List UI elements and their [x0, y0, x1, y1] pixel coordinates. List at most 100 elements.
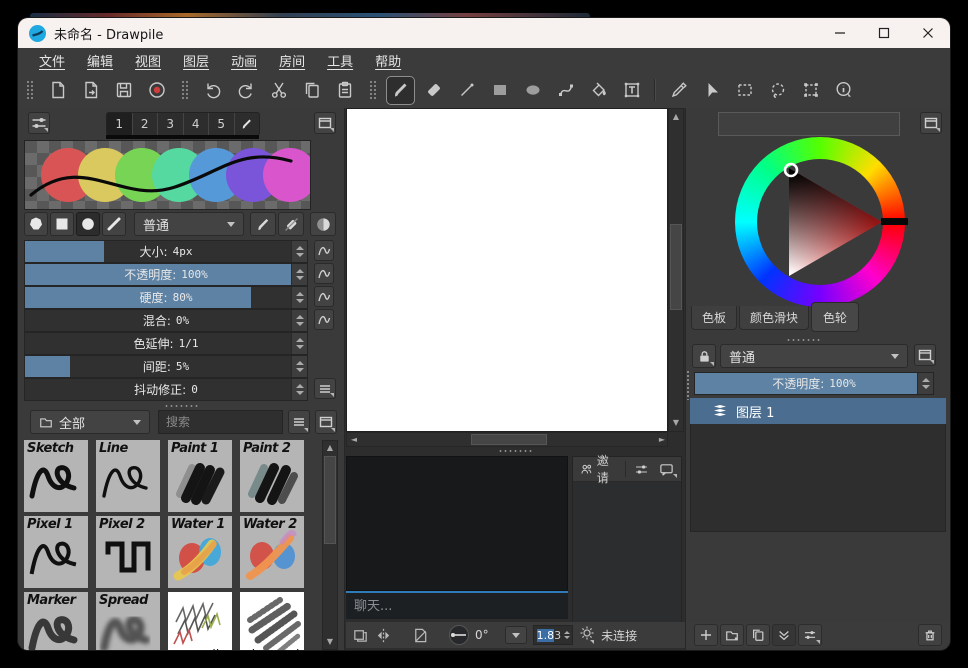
opacity-pressure-curve-button[interactable] — [314, 263, 334, 284]
maximize-button[interactable] — [862, 18, 906, 48]
tab-color-sliders[interactable]: 颜色滑块 — [739, 306, 809, 330]
menu-animation[interactable]: 动画 — [220, 49, 268, 72]
color-pickup-slider[interactable]: 色延伸:1/1 — [24, 332, 308, 355]
brush-smudging-slider[interactable]: 混合:0% — [24, 309, 308, 332]
preset-sketch[interactable]: Sketch — [24, 440, 88, 512]
brush-mode-round-icon[interactable] — [76, 212, 100, 236]
merge-layer-button[interactable] — [772, 624, 796, 646]
preset-water-2[interactable]: Water 2 — [240, 516, 304, 588]
brush-slot-2[interactable]: 2 — [133, 113, 159, 135]
canvas-vscrollbar[interactable]: ▲ ▼ — [668, 108, 684, 432]
chat-splitter[interactable] — [498, 449, 532, 454]
layer-properties-button[interactable] — [798, 624, 822, 646]
menu-edit[interactable]: 编辑 — [76, 49, 124, 72]
canvas-background-icon[interactable] — [352, 627, 369, 644]
select-lasso-tool-icon[interactable] — [764, 77, 791, 104]
direct-mode-icon[interactable] — [310, 212, 336, 236]
size-pressure-curve-button[interactable] — [314, 240, 334, 261]
brush-blend-mode-dropdown[interactable]: 普通 — [134, 212, 244, 236]
flip-view-icon[interactable] — [375, 627, 392, 644]
hardness-pressure-curve-button[interactable] — [314, 286, 334, 307]
preset-spread[interactable]: Spread — [96, 592, 160, 650]
menu-layer[interactable]: 图层 — [172, 49, 220, 72]
new-file-icon[interactable] — [44, 77, 71, 104]
color-dock-undock-button[interactable] — [920, 112, 942, 134]
preset-pixel-1[interactable]: Pixel 1 — [24, 516, 88, 588]
preset-scrollbar[interactable]: ▲ ▼ — [322, 440, 338, 650]
chat-input[interactable] — [346, 593, 568, 619]
undo-icon[interactable] — [199, 77, 226, 104]
brush-hardness-slider[interactable]: 硬度:80% — [24, 286, 308, 309]
preset-paint-2[interactable]: Paint 2 — [240, 440, 304, 512]
constrain-icon[interactable] — [412, 627, 429, 644]
menu-file[interactable]: 文件 — [28, 49, 76, 72]
titlebar[interactable]: 未命名 - Drawpile — [18, 18, 950, 48]
canvas-hscrollbar[interactable]: ◄ ► — [346, 432, 668, 447]
close-button[interactable] — [906, 18, 950, 48]
hardness-spinner[interactable] — [291, 287, 307, 308]
pick-init-color-icon[interactable] — [250, 212, 276, 236]
preset-marker[interactable]: Marker — [24, 592, 88, 650]
delete-layer-button[interactable] — [918, 624, 942, 646]
brush-spacing-slider[interactable]: 间距:5% — [24, 355, 308, 378]
text-tool-icon[interactable] — [618, 77, 645, 104]
preset-scope-dropdown[interactable]: 全部 — [30, 410, 150, 434]
minimize-button[interactable] — [818, 18, 862, 48]
toolbar-grip[interactable] — [26, 80, 33, 100]
dock-side-grip[interactable] — [686, 370, 691, 400]
size-spinner[interactable] — [291, 241, 307, 262]
stabilizer-menu-button[interactable] — [314, 378, 336, 399]
preset-pencil[interactable]: pencil — [168, 592, 232, 650]
open-file-icon[interactable] — [77, 77, 104, 104]
brush-size-slider[interactable]: 大小:4px — [24, 240, 308, 263]
brush-slot-3[interactable]: 3 — [158, 113, 184, 135]
select-rectangle-tool-icon[interactable] — [731, 77, 758, 104]
fill-tool-icon[interactable] — [585, 77, 612, 104]
rectangle-tool-icon[interactable] — [486, 77, 513, 104]
add-group-button[interactable] — [720, 624, 744, 646]
color-wheel[interactable] — [735, 137, 905, 307]
preset-water-1[interactable]: Water 1 — [168, 516, 232, 588]
transform-tool-icon[interactable] — [797, 77, 824, 104]
redo-icon[interactable] — [232, 77, 259, 104]
brush-slot-eraser-icon[interactable] — [235, 113, 260, 135]
layer-dock-undock-button[interactable] — [914, 344, 936, 366]
layer-opacity-spinner[interactable] — [917, 373, 933, 394]
brush-dock-splitter[interactable] — [164, 404, 198, 409]
save-icon[interactable] — [110, 77, 137, 104]
color-pickup-spinner[interactable] — [291, 333, 307, 354]
stabilizer-slider[interactable]: 抖动修正:0 — [24, 378, 308, 401]
cut-icon[interactable] — [265, 77, 292, 104]
smudging-spinner[interactable] — [291, 310, 307, 331]
brush-opacity-slider[interactable]: 不透明度:100% — [24, 263, 308, 286]
chat-log[interactable] — [346, 456, 568, 591]
rotation-dial[interactable] — [449, 625, 469, 645]
chat-toggle-icon[interactable] — [655, 460, 678, 479]
brush-settings-button[interactable] — [28, 112, 50, 134]
menu-session[interactable]: 房间 — [268, 49, 316, 72]
eraser-mode-icon[interactable] — [278, 212, 304, 236]
brush-slot-4[interactable]: 4 — [184, 113, 210, 135]
menu-help[interactable]: 帮助 — [364, 49, 412, 72]
duplicate-layer-button[interactable] — [746, 624, 770, 646]
zoom-spinbox[interactable]: 1.83 — [533, 625, 574, 645]
stabilizer-spinner[interactable] — [291, 379, 307, 400]
menu-view[interactable]: 视图 — [124, 49, 172, 72]
tab-color-wheel[interactable]: 色轮 — [811, 302, 859, 332]
brush-slot-5[interactable]: 5 — [209, 113, 235, 135]
add-layer-button[interactable] — [694, 624, 718, 646]
eraser-tool-icon[interactable] — [420, 77, 447, 104]
preset-menu-button[interactable] — [288, 410, 310, 434]
brush-mode-square-icon[interactable] — [50, 212, 74, 236]
preset-pixel-2[interactable]: Pixel 2 — [96, 516, 160, 588]
tab-palette[interactable]: 色板 — [691, 306, 737, 330]
brush-dock-undock-button[interactable] — [314, 112, 336, 134]
laser-pointer-tool-icon[interactable] — [698, 77, 725, 104]
toolbar-grip[interactable] — [181, 80, 188, 100]
session-settings-icon[interactable] — [630, 460, 653, 479]
line-tool-icon[interactable] — [453, 77, 480, 104]
invite-button[interactable]: 邀请 — [576, 450, 621, 488]
brush-tool-icon[interactable] — [387, 77, 414, 104]
rotation-dropdown-button[interactable] — [505, 626, 527, 644]
preset-dock-undock-button[interactable] — [315, 410, 337, 434]
